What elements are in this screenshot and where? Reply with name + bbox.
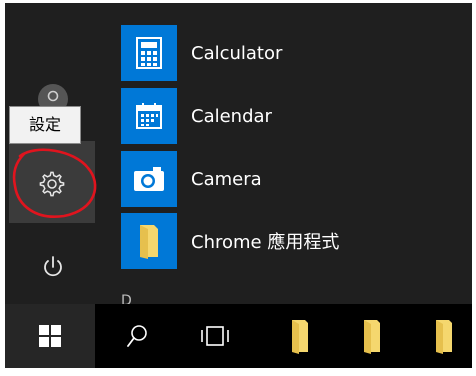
calculator-icon — [121, 25, 177, 81]
folder-icon — [364, 320, 380, 354]
calendar-icon — [121, 88, 177, 144]
app-item-camera[interactable]: Camera — [121, 151, 451, 207]
taskbar-folder-2[interactable] — [352, 304, 392, 368]
task-view-button[interactable] — [195, 304, 235, 368]
start-button[interactable] — [5, 304, 95, 368]
app-label: Camera — [191, 168, 262, 190]
folder-icon — [292, 320, 308, 354]
app-label: Calendar — [191, 105, 272, 127]
windows-logo-icon — [39, 325, 61, 347]
gear-icon — [39, 171, 65, 197]
taskbar-folder-3[interactable] — [424, 304, 464, 368]
taskbar-folder-1[interactable] — [280, 304, 320, 368]
app-label: Calculator — [191, 42, 283, 64]
app-label: Chrome 應用程式 — [191, 232, 340, 253]
folder-icon — [436, 320, 452, 354]
folder-icon — [121, 213, 177, 269]
app-item-chrome-apps[interactable]: Chrome 應用程式 — [121, 213, 451, 269]
app-item-calendar[interactable]: Calendar — [121, 88, 451, 144]
app-item-calculator[interactable]: Calculator — [121, 25, 451, 81]
task-view-icon — [201, 326, 229, 346]
camera-icon — [121, 151, 177, 207]
search-button[interactable] — [117, 304, 157, 368]
settings-tooltip: 設定 — [9, 106, 81, 144]
power-icon[interactable] — [38, 252, 68, 282]
search-icon — [127, 325, 147, 347]
